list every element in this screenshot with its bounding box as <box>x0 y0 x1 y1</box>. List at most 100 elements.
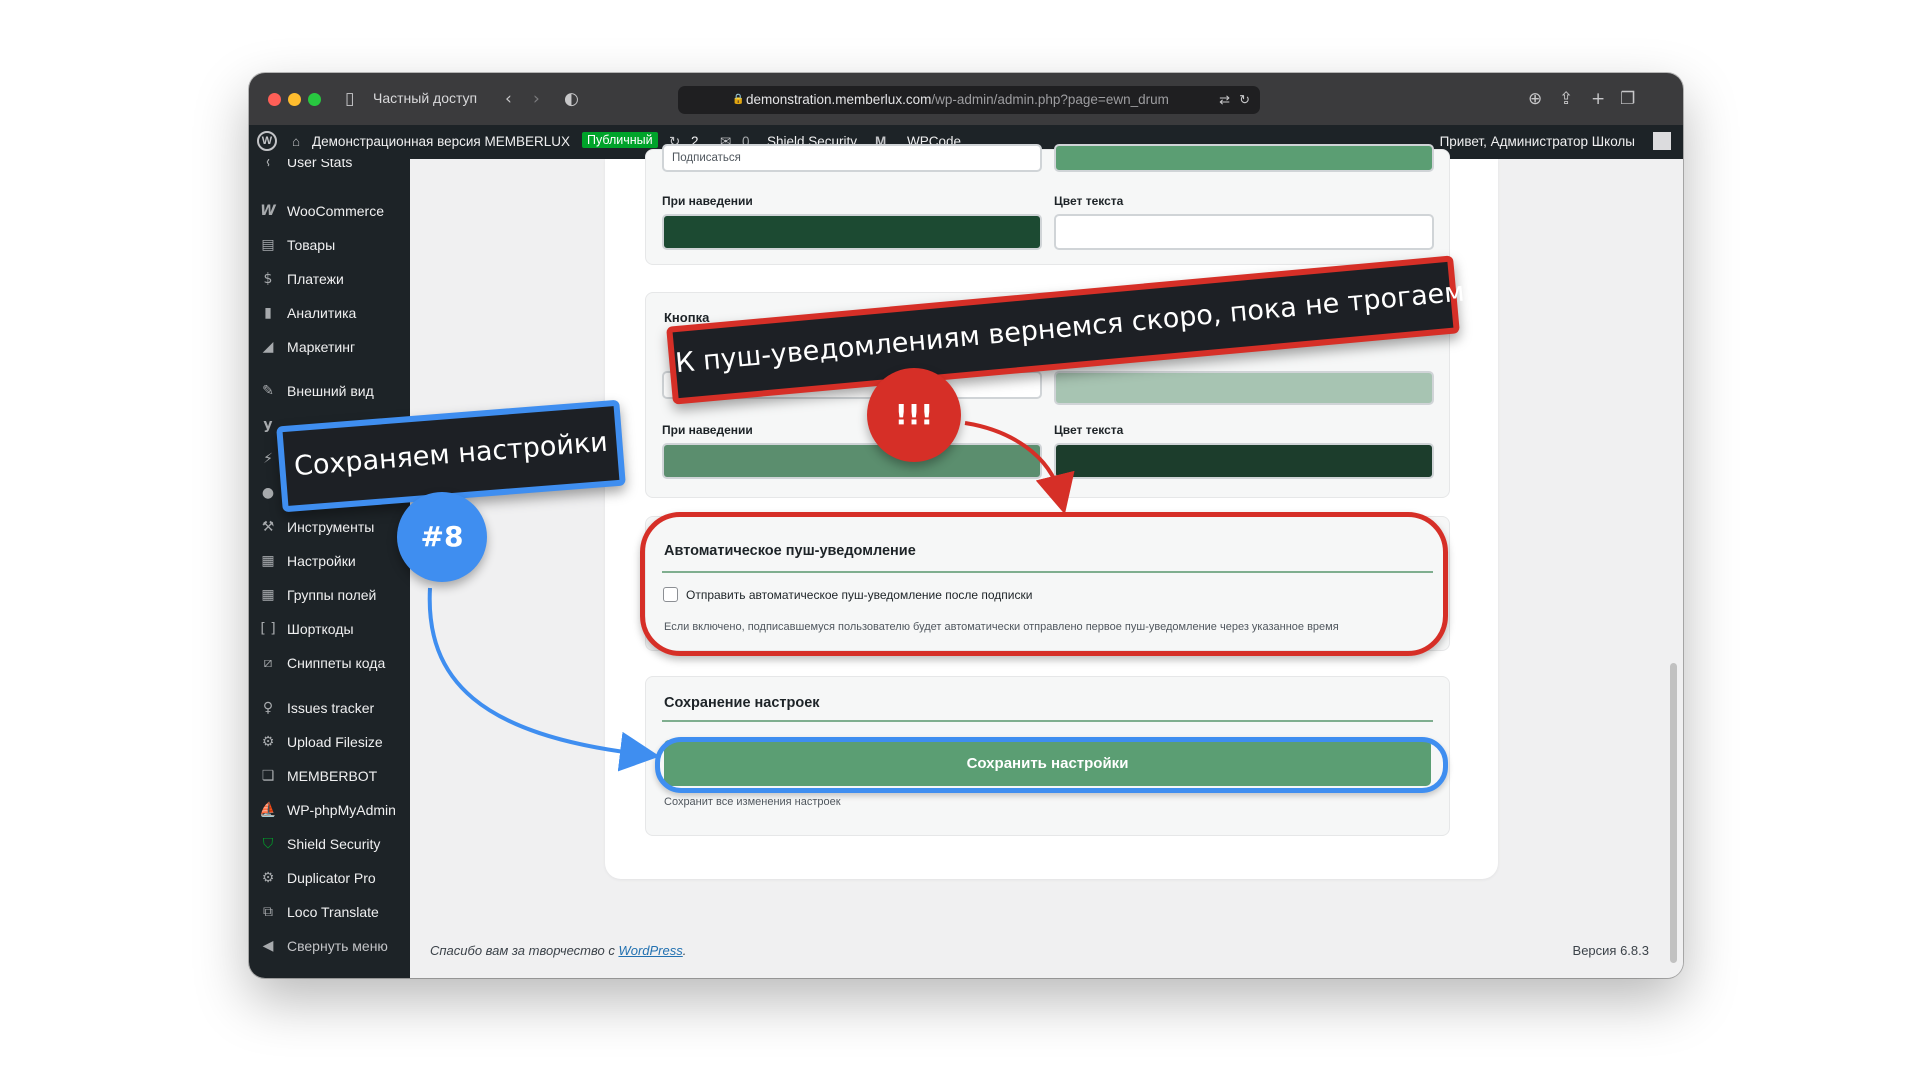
translate-page-icon[interactable]: ⇄ <box>1219 86 1230 114</box>
gear-icon: ⚙ <box>261 734 275 750</box>
footer-thanks-suffix: . <box>682 943 687 958</box>
brackets-icon: [ ] <box>260 621 276 637</box>
sidebar-item-label: Issues tracker <box>287 700 375 716</box>
woo-icon: W <box>260 203 276 219</box>
forward-icon[interactable]: › <box>533 87 540 111</box>
sidebar-item-label: Сниппеты кода <box>287 655 386 671</box>
step-number-badge: #8 <box>397 492 487 582</box>
sidebar-item-memberbot[interactable]: ❏ MEMBERBOT <box>249 764 410 788</box>
sidebar-item-tools[interactable]: ⚒ Инструменты <box>249 515 410 539</box>
duplicate-icon: ⚙ <box>261 870 275 886</box>
subscribe-hover-swatch[interactable] <box>662 214 1042 250</box>
site-name-link[interactable]: Демонстрационная версия MEMBERLUX <box>312 134 570 149</box>
sidebar-item-loco-translate[interactable]: ⧉ Loco Translate <box>249 900 410 924</box>
database-icon: ⛵ <box>259 802 277 818</box>
sidebar-item-label: Товары <box>287 237 336 253</box>
sidebar-item-label: Платежи <box>287 271 344 287</box>
collapse-icon: ◀ <box>262 938 274 954</box>
sidebar-item-products[interactable]: ▤ Товары <box>249 233 410 257</box>
sidebar-item-label: Loco Translate <box>287 904 379 920</box>
minimize-window-button[interactable] <box>288 93 301 106</box>
subscribe-text-input[interactable]: Подписаться <box>662 144 1042 172</box>
sidebar-item-label: WooCommerce <box>287 203 384 219</box>
save-button-highlight <box>655 737 1448 793</box>
sidebar-item-label: User Stats <box>287 159 353 170</box>
translate-icon: ⧉ <box>263 904 273 920</box>
sidebar-item-label: Группы полей <box>287 587 377 603</box>
button-text-color-swatch[interactable] <box>1054 443 1434 479</box>
chat-icon: ❏ <box>261 768 275 784</box>
public-status-badge: Публичный <box>582 132 658 148</box>
back-icon[interactable]: ‹ <box>505 87 512 111</box>
sidebar-collapse-menu[interactable]: ◀ Свернуть меню <box>249 934 410 958</box>
sidebar-item-code-snippets[interactable]: ⧄ Сниппеты кода <box>249 651 410 675</box>
bar-chart-icon: ▮ <box>264 305 272 321</box>
shield-icon: ⛉ <box>262 836 274 852</box>
chart-icon: ⌇ <box>264 159 272 170</box>
download-icon[interactable]: ⊕ <box>1528 87 1542 111</box>
sidebar-item-label: MEMBERBOT <box>287 768 378 784</box>
subscribe-colors-panel: Подписаться При наведении Цвет текста <box>645 144 1450 265</box>
sidebar-item-woocommerce[interactable]: W WooCommerce <box>249 199 410 223</box>
wrench-icon: ⚒ <box>261 519 275 535</box>
sidebar-item-user-stats[interactable]: ⌇ User Stats <box>249 159 410 174</box>
subscribe-text-color-swatch[interactable] <box>1054 214 1434 250</box>
footer-thanks: Спасибо вам за творчество с WordPress. <box>430 943 686 958</box>
zoom-window-button[interactable] <box>308 93 321 106</box>
sidebar-item-label: WP-phpMyAdmin <box>287 802 396 818</box>
share-icon[interactable]: ⇪ <box>1559 87 1573 111</box>
avatar[interactable] <box>1653 132 1671 150</box>
user-greeting[interactable]: Привет, Администратор Школы <box>1440 134 1635 149</box>
wp-version: Версия 6.8.3 <box>1572 943 1649 958</box>
sidebar-item-label: Шорткоды <box>287 621 354 637</box>
home-icon: ⌂ <box>292 134 301 149</box>
sidebar-item-label: Настройки <box>287 553 356 569</box>
sidebar-item-analytics[interactable]: ▮ Аналитика <box>249 301 410 325</box>
sidebar-item-shield-security[interactable]: ⛉ Shield Security <box>249 832 410 856</box>
close-window-button[interactable] <box>268 93 281 106</box>
page-scrollbar[interactable] <box>1670 663 1677 963</box>
reload-icon[interactable]: ↻ <box>1239 86 1250 114</box>
tab-overview-icon[interactable]: ❐ <box>1620 87 1635 111</box>
hover-label: При наведении <box>662 194 753 208</box>
wordpress-link[interactable]: WordPress <box>618 943 682 958</box>
sidebar-item-shortcodes[interactable]: [ ] Шорткоды <box>249 617 410 641</box>
auto-push-highlight <box>640 512 1448 656</box>
sidebar-item-duplicator-pro[interactable]: ⚙ Duplicator Pro <box>249 866 410 890</box>
settings-icon: ▦ <box>261 553 275 569</box>
archive-icon: ▤ <box>261 237 275 253</box>
subscribe-normal-swatch[interactable] <box>1054 144 1434 172</box>
sidebar-item-label: Duplicator Pro <box>287 870 376 886</box>
private-tab-label: Частный доступ <box>373 90 478 106</box>
sidebar-item-payments[interactable]: $ Платежи <box>249 267 410 291</box>
new-tab-icon[interactable]: + <box>1591 87 1605 111</box>
screenshot-stage: ▯ Частный доступ ‹ › ◐ 🔒 demonstration.m… <box>0 0 1920 1080</box>
sidebar-item-settings[interactable]: ▦ Настройки <box>249 549 410 573</box>
brush-icon: ✎ <box>262 383 274 399</box>
sidebar-item-phpmyadmin[interactable]: ⛵ WP-phpMyAdmin <box>249 798 410 822</box>
url-path: /wp-admin/admin.php?page=ewn_drum <box>931 92 1169 107</box>
admin-sidebar: ⌇ User Stats W WooCommerce ▤ Товары $ Платеж… <box>249 159 410 978</box>
button-hover-swatch[interactable] <box>662 443 1042 479</box>
warning-badge: !!! <box>867 368 961 462</box>
sidebar-item-marketing[interactable]: ◢ Маркетинг <box>249 335 410 359</box>
sidebar-item-label: Свернуть меню <box>287 938 388 954</box>
button-normal-swatch[interactable] <box>1054 371 1434 405</box>
sidebar-item-upload-filesize[interactable]: ⚙ Upload Filesize <box>249 730 410 754</box>
sidebar-toggle-icon[interactable]: ▯ <box>345 87 354 111</box>
url-domain: demonstration.memberlux.com <box>746 92 932 107</box>
sidebar-item-label: Аналитика <box>287 305 357 321</box>
sidebar-item-field-groups[interactable]: ▦ Группы полей <box>249 583 410 607</box>
sidebar-item-appearance[interactable]: ✎ Внешний вид <box>249 379 410 403</box>
sidebar-item-label: Upload Filesize <box>287 734 383 750</box>
text-color-label: Цвет текста <box>1054 194 1124 208</box>
shield-privacy-icon[interactable]: ◐ <box>564 87 579 111</box>
sidebar-item-issues-tracker[interactable]: ♀ Issues tracker <box>249 696 410 720</box>
save-settings-help: Сохранит все изменения настроек <box>664 796 841 808</box>
address-bar[interactable]: 🔒 demonstration.memberlux.com/wp-admin/a… <box>678 86 1260 114</box>
sidebar-item-label: Маркетинг <box>287 339 356 355</box>
wordpress-logo-icon[interactable]: W <box>257 131 277 151</box>
save-settings-title: Сохранение настроек <box>664 695 820 711</box>
footer-thanks-text: Спасибо вам за творчество с <box>430 943 619 958</box>
code-icon: ⧄ <box>263 655 273 671</box>
